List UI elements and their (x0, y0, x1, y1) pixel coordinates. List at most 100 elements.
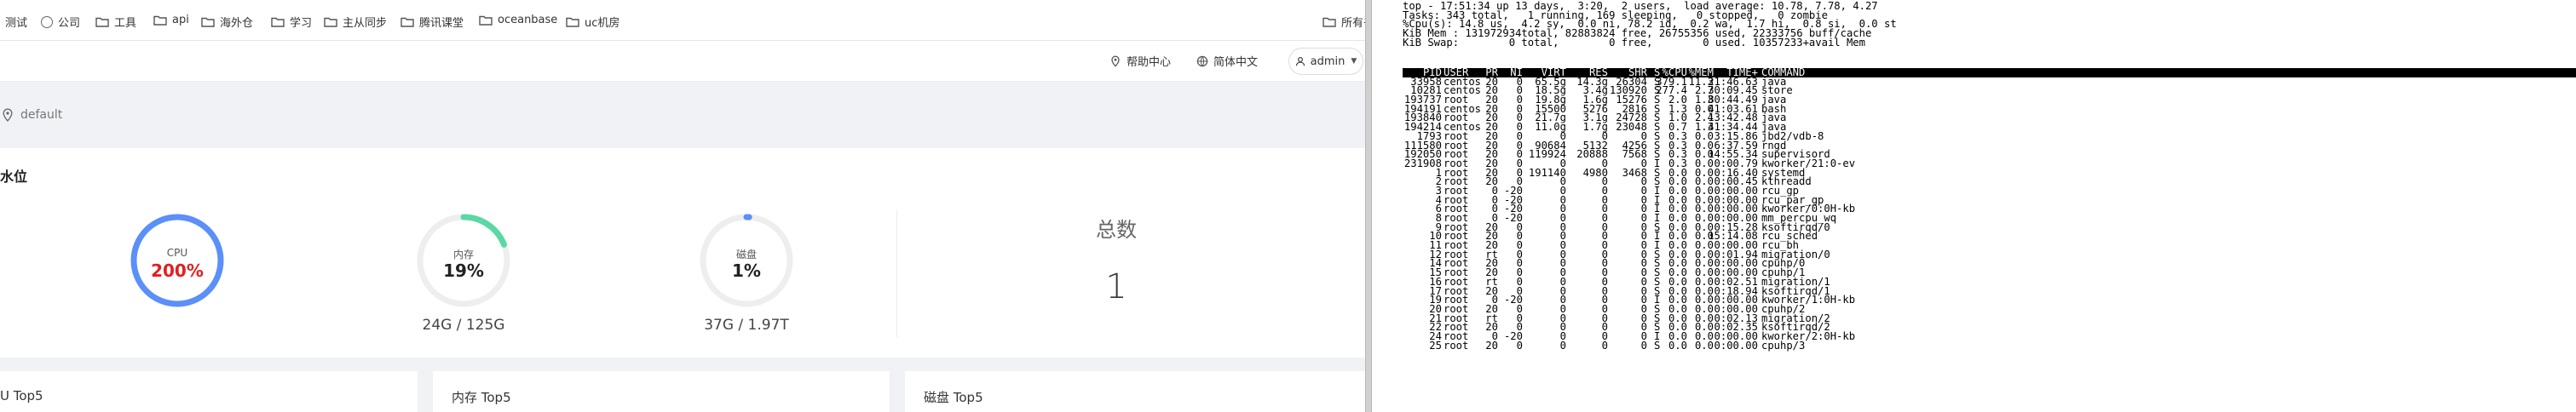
process-row: 16 root rt 0 0 0 0 S 0.0 0.0 0:02.51 migration/1 (1403, 277, 2576, 287)
folder-icon (566, 17, 579, 27)
bookmarks-bar: 测试 公司 工具 api 海外仓 学习 主从同步 腾讯课堂 oceanbase … (0, 0, 1365, 41)
folder-icon (153, 15, 167, 26)
gauge-label: 内存 (452, 249, 474, 260)
process-row: 19 root 0 -20 0 0 0 I 0.0 0.0 0:00.00 kworker/1:0H-… (1403, 295, 2576, 305)
process-row: 10281 centos 20 0 18.5g 3.4g 130920 S 277.4 2.7 30… (1403, 85, 2576, 95)
gauge-value: 200% (151, 260, 204, 281)
pane-splitter[interactable] (1365, 0, 1372, 412)
process-row: 4 root 0 -20 0 0 0 I 0.0 0.0 0:00.00 rcu_par_gp (1403, 195, 2576, 205)
bookmark-label: 工具 (114, 17, 137, 30)
process-row: 25 root 20 0 0 0 0 S 0.0 0.0 0:00.00 cpuhp/3 (1403, 339, 2576, 352)
process-row: 15 root 20 0 0 0 0 S 0.0 0.0 0:00.00 cpuhp/1 (1403, 267, 2576, 278)
process-row: 192050 root 20 0 119924 20888 7568 S 0.3 0.0 14:55… (1403, 149, 2576, 159)
bookmark-item[interactable]: 测试 (5, 14, 27, 30)
bookmark-folder[interactable]: 学习 (271, 14, 312, 30)
globe-icon (41, 15, 53, 28)
process-row: 21 root rt 0 0 0 0 S 0.0 0.0 0:02.13 migration/2 (1403, 313, 2576, 323)
language-icon (1196, 55, 1208, 66)
gauge-label: CPU (166, 247, 188, 259)
bookmark-folder[interactable]: api (153, 14, 189, 26)
water-level-card: 水位 CPU 200% 内存 19% 24G / 125G 磁盘 1% 37G … (0, 148, 1365, 358)
card-title: U Top5 (0, 388, 43, 403)
bookmark-label: api (172, 14, 189, 26)
disk-top5-card: 磁盘 Top5 (905, 371, 1365, 412)
chevron-down-icon: ▼ (1351, 57, 1357, 66)
bookmark-label: 测试 (5, 17, 28, 30)
app-header: 帮助中心 简体中文 admin ▼ (0, 41, 1365, 82)
process-row: 9 root 20 0 0 0 0 S 0.0 0.0 0:15.28 ksoftirqd/0 (1403, 222, 2576, 232)
process-row: 17 root 20 0 0 0 0 S 0.0 0.0 0:18.94 ksoftirqd/1 (1403, 286, 2576, 296)
section-title: 水位 (0, 169, 28, 185)
process-row: 194214 centos 20 0 11.0g 1.7g 23048 S 0.7 1.3 41:3… (1403, 122, 2576, 132)
process-row: 11 root 20 0 0 0 0 I 0.0 0.0 0:00.00 rcu_bh (1403, 240, 2576, 250)
bookmark-folder[interactable]: 工具 (95, 14, 136, 30)
process-row: 193840 root 20 0 21.7g 3.1g 24728 S 1.0 2.4 13:42.… (1403, 113, 2576, 123)
folder-icon (201, 17, 215, 27)
bookmark-folder[interactable]: 腾讯课堂 (401, 14, 464, 30)
bookmark-folder[interactable]: oceanbase (479, 14, 557, 26)
bookmark-item[interactable]: 公司 (41, 14, 80, 30)
gauge-value: 19% (443, 260, 484, 281)
bookmark-folder[interactable]: 海外仓 (201, 14, 253, 30)
bookmark-folder[interactable]: uc机房 (566, 14, 620, 30)
disk-gauge: 磁盘 1% (697, 211, 796, 310)
total-value: 1 (1105, 267, 1127, 306)
bookmark-folder[interactable]: 主从同步 (324, 14, 387, 30)
language-switch[interactable]: 简体中文 (1196, 53, 1258, 69)
bookmark-label: oceanbase (498, 14, 558, 26)
location-bar: default (0, 89, 1365, 140)
process-cell-s: S (1654, 339, 1661, 352)
process-row: 1793 root 20 0 0 0 0 S 0.3 0.0 3:15.86 jbd2/vdb-8 (1403, 131, 2576, 141)
cluster-location: default (20, 108, 63, 122)
folder-icon (1323, 17, 1336, 27)
process-row: 20 root 20 0 0 0 0 S 0.0 0.0 0:00.00 cpuhp/2 (1403, 304, 2576, 314)
process-row: 24 root 0 -20 0 0 0 I 0.0 0.0 0:00.00 kworker/2:0H-… (1403, 331, 2576, 341)
location-pin-icon (1111, 55, 1120, 67)
bookmark-label: uc机房 (585, 17, 620, 30)
process-cell-time-: 0:00.00 (1714, 339, 1758, 352)
bookmark-label: 腾讯课堂 (419, 17, 464, 30)
folder-icon (324, 17, 337, 27)
terminal-window[interactable]: top - 17:51:34 up 13 days, 3:20, 2 users… (1403, 0, 2576, 412)
all-bookmarks-folder[interactable]: 所有书签 (1323, 14, 1365, 30)
process-row: 10 root 20 0 0 0 0 I 0.0 0.0 15:14.08 rcu_sched (1403, 231, 2576, 241)
process-cell-shr: 0 (1640, 339, 1647, 352)
user-menu-button[interactable]: admin ▼ (1288, 48, 1363, 75)
bookmark-label: 海外仓 (220, 17, 254, 30)
process-row: 6 root 0 -20 0 0 0 I 0.0 0.0 0:00.00 kworker/0:0H-k… (1403, 203, 2576, 214)
folder-icon (479, 15, 493, 26)
disk-usage-text: 37G / 1.97T (704, 317, 789, 334)
cpu-gauge: CPU 200% (128, 211, 227, 310)
process-cell-pr: 20 (1485, 339, 1498, 352)
process-cell-pid: 25 (1429, 339, 1442, 352)
card-title: 磁盘 Top5 (924, 390, 983, 405)
help-center-label: 帮助中心 (1127, 56, 1172, 69)
process-cell-res: 0 (1601, 339, 1608, 352)
process-row: 2 root 20 0 0 0 0 S 0.0 0.0 0:00.45 kthreadd (1403, 176, 2576, 186)
process-row: 33958 centos 20 0 65.5g 14.3g 26304 S 379.1 11.3 2… (1403, 77, 2576, 87)
gauge-value: 1% (732, 260, 761, 281)
user-icon (1295, 56, 1305, 66)
all-bookmarks-label: 所有书签 (1341, 17, 1365, 30)
pane-gap (1372, 0, 1403, 412)
divider (896, 209, 897, 337)
process-cell--cpu: 0.0 (1668, 339, 1687, 352)
bookmark-label: 学习 (290, 17, 313, 30)
location-pin-icon (3, 108, 13, 122)
memory-top5-card: 内存 Top5 (433, 371, 890, 412)
user-name: admin (1310, 54, 1346, 68)
process-row: 3 root 0 -20 0 0 0 I 0.0 0.0 0:00.00 rcu_gp (1403, 186, 2576, 196)
total-label: 总数 (1096, 218, 1137, 242)
process-row: 14 root 20 0 0 0 0 S 0.0 0.0 0:00.00 cpuhp/0 (1403, 259, 2576, 269)
process-row: 231908 root 20 0 0 0 0 I 0.3 0.0 0:00.79 kworker/21… (1403, 158, 2576, 169)
memory-usage-text: 24G / 125G (422, 317, 505, 334)
process-cell-virt: 0 (1559, 339, 1566, 352)
card-title: 内存 Top5 (452, 390, 511, 405)
process-cell-user: root (1444, 339, 1469, 352)
monitor-web-app: 测试 公司 工具 api 海外仓 学习 主从同步 腾讯课堂 oceanbase … (0, 0, 1365, 412)
process-cell--mem: 0.0 (1694, 339, 1714, 352)
help-center-link[interactable]: 帮助中心 (1109, 53, 1171, 69)
gauge-label: 磁盘 (735, 249, 757, 260)
process-row: 1 root 20 0 191140 4980 3468 S 0.0 0.0 0:16.40 syst… (1403, 168, 2576, 178)
process-row: 22 root 20 0 0 0 0 S 0.0 0.0 0:02.35 ksoftirqd/2 (1403, 322, 2576, 332)
